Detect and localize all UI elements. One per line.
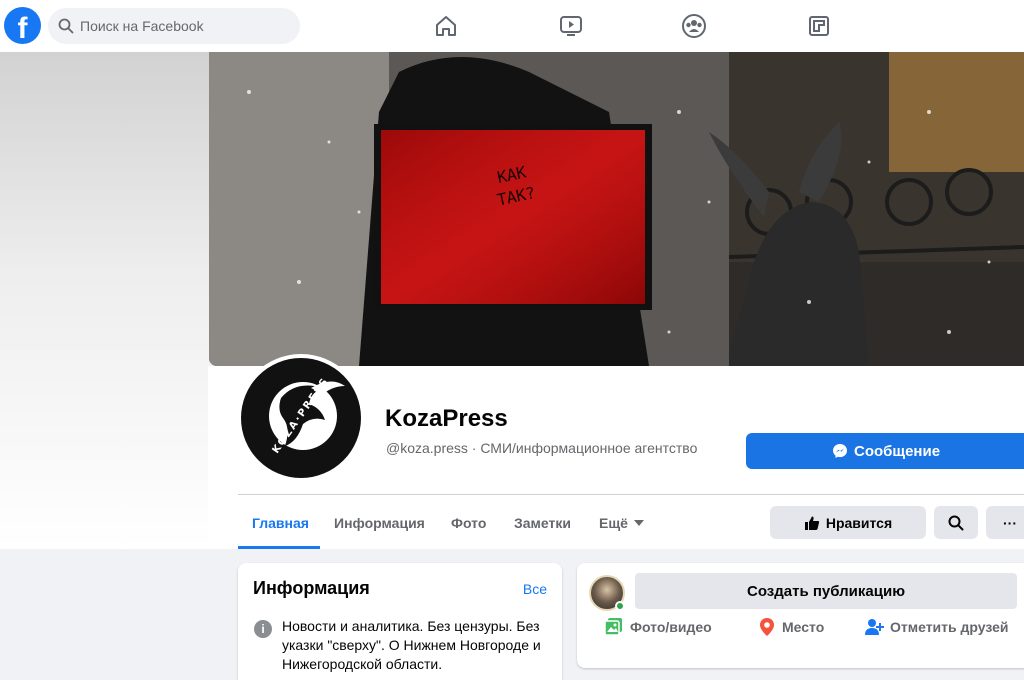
search-icon bbox=[58, 18, 74, 34]
photo-icon bbox=[604, 618, 622, 636]
info-card: Информация Все i Новости и аналитика. Бе… bbox=[238, 563, 562, 680]
message-button-label: Сообщение bbox=[854, 442, 941, 460]
tab-home[interactable]: Главная bbox=[252, 515, 309, 531]
messenger-icon bbox=[833, 444, 847, 458]
location-pin-icon bbox=[760, 618, 774, 636]
tab-more-label: Ещё bbox=[599, 515, 628, 531]
top-navigation-bar: f bbox=[0, 0, 1024, 52]
page-title: KozaPress bbox=[385, 405, 508, 432]
info-description: Новости и аналитика. Без цензуры. Без ук… bbox=[282, 618, 541, 672]
tab-more[interactable]: Ещё bbox=[599, 515, 644, 531]
tab-about[interactable]: Информация bbox=[334, 515, 425, 531]
home-icon[interactable] bbox=[432, 12, 460, 40]
location-button[interactable]: Место bbox=[758, 617, 824, 637]
page-subtitle: @koza.press · СМИ/информационное агентст… bbox=[386, 440, 698, 456]
thumbs-up-icon bbox=[804, 516, 819, 530]
photo-video-button[interactable]: Фото/видео bbox=[604, 617, 712, 637]
avatar-image: KOZA·PRESS bbox=[241, 358, 361, 478]
left-cover-fade bbox=[0, 52, 210, 549]
more-options-button[interactable]: ··· bbox=[986, 506, 1024, 539]
photo-video-label: Фото/видео bbox=[630, 619, 712, 635]
profile-divider bbox=[238, 494, 1024, 495]
like-button[interactable]: Нравится bbox=[770, 506, 926, 539]
tag-friends-label: Отметить друзей bbox=[890, 619, 1009, 635]
caret-down-icon bbox=[633, 520, 644, 526]
info-card-title: Информация bbox=[253, 578, 370, 598]
cover-illustration bbox=[209, 52, 1024, 366]
online-status-indicator bbox=[615, 601, 625, 611]
composer-card: Создать публикацию Фото/видео Место Отме… bbox=[577, 563, 1024, 668]
gaming-icon[interactable] bbox=[805, 12, 833, 40]
tag-friends-icon bbox=[865, 619, 884, 635]
search-input[interactable] bbox=[80, 8, 290, 44]
info-see-all-link[interactable]: Все bbox=[523, 581, 547, 597]
cover-photo[interactable]: КАК ТАК? bbox=[209, 52, 1024, 366]
search-icon bbox=[948, 515, 964, 530]
like-button-label: Нравится bbox=[825, 514, 893, 531]
facebook-logo[interactable]: f bbox=[4, 7, 41, 44]
location-label: Место bbox=[782, 619, 825, 635]
watch-icon[interactable] bbox=[557, 12, 585, 40]
tab-photos[interactable]: Фото bbox=[451, 515, 486, 531]
tab-notes[interactable]: Заметки bbox=[514, 515, 571, 531]
more-options-icon: ··· bbox=[1003, 514, 1017, 531]
create-post-button[interactable]: Создать публикацию bbox=[635, 573, 1017, 609]
message-button[interactable]: Сообщение bbox=[746, 433, 1024, 469]
info-icon: i bbox=[254, 620, 272, 638]
tag-friends-button[interactable]: Отметить друзей bbox=[864, 617, 1009, 637]
groups-icon[interactable] bbox=[680, 12, 708, 40]
search-box[interactable] bbox=[48, 8, 300, 44]
active-tab-indicator bbox=[238, 546, 320, 549]
search-page-button[interactable] bbox=[934, 506, 978, 539]
page-avatar[interactable]: KOZA·PRESS bbox=[237, 354, 365, 482]
